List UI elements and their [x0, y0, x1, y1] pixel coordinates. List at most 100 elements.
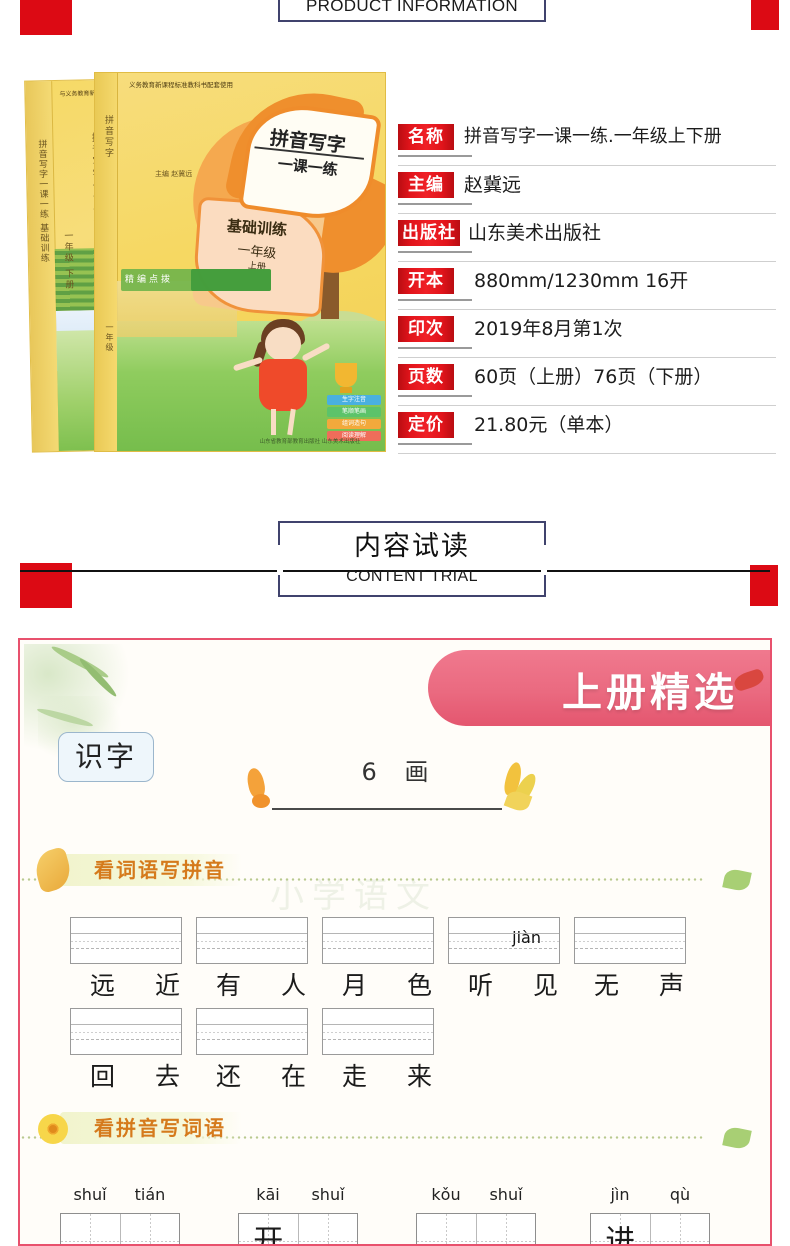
- pinyin-syllable: qù: [669, 1185, 691, 1204]
- pinyin-line-dotted-lower: [71, 1038, 181, 1040]
- book-cover-image: 与义务教育新课... 拼音写字一课一练 基础训练 拼音写字一课一练 基础训练 一…: [22, 72, 386, 458]
- grid-cell[interactable]: [417, 1214, 477, 1244]
- content-trial-header: 内容试读 CONTENT TRIAL: [277, 521, 547, 597]
- pinyin-prompt: shuǐ tián: [60, 1185, 180, 1204]
- character-grid[interactable]: [60, 1213, 180, 1244]
- pinyin-syllable: shuǐ: [73, 1185, 107, 1204]
- info-value: 21.80元（单本）: [474, 414, 624, 436]
- cover-publisher-line: 山东省教育部教育出版社 山东美术出版社: [259, 439, 361, 445]
- pinyin-line-mid: [575, 932, 685, 934]
- pinyin-line-mid: [71, 932, 181, 934]
- pinyin-line-dotted-upper: [575, 940, 685, 942]
- word-label: 还 在: [216, 1062, 322, 1091]
- character-grid[interactable]: 开: [238, 1213, 358, 1246]
- pinyin-box[interactable]: [322, 917, 434, 964]
- back-vertical-grade: 一年级 下册: [62, 230, 74, 291]
- pinyin-box[interactable]: jiàn: [448, 917, 560, 964]
- row-underline: [398, 347, 472, 349]
- pinyin-line-dotted-upper: [197, 1031, 307, 1033]
- flower-bud-left-lower: [252, 794, 270, 808]
- leaf-end-icon: [722, 1125, 752, 1151]
- table-row: 名称 拼音写字一课一练.一年级上下册: [398, 118, 776, 166]
- pinyin-line-mid: [323, 932, 433, 934]
- grid-character: 开: [253, 1224, 284, 1246]
- row-underline: [398, 395, 472, 397]
- row-underline: [398, 251, 472, 253]
- cover-badge-2: 组词造句: [327, 419, 381, 429]
- table-row: 主编 赵冀远: [398, 166, 776, 214]
- girl-leg-left: [271, 409, 276, 435]
- pinyin-answer: jiàn: [512, 928, 541, 947]
- character-grid[interactable]: [416, 1213, 536, 1244]
- info-value: 赵冀远: [464, 174, 522, 196]
- info-value: 拼音写字一课一练.一年级上下册: [464, 126, 722, 147]
- pinyin-box[interactable]: [196, 917, 308, 964]
- exercise-1-title: 看词语写拼音: [60, 854, 242, 886]
- product-information-label: PRODUCT INFORMATION: [306, 0, 518, 15]
- pinyin-line-dotted-lower: [575, 947, 685, 949]
- pinyin-line-dotted-lower: [197, 947, 307, 949]
- category-box-literacy: 识字: [58, 732, 154, 782]
- character-grid[interactable]: 进: [590, 1213, 710, 1244]
- row-underline: [398, 203, 472, 205]
- category-label: 识字: [74, 740, 137, 773]
- pinyin-line-dotted-lower: [323, 947, 433, 949]
- grid-cell[interactable]: 进: [591, 1214, 651, 1244]
- row-underline: [398, 299, 472, 301]
- pinyin-box[interactable]: [70, 917, 182, 964]
- word-label: 月 色: [342, 971, 448, 1000]
- pinyin-syllable: shuǐ: [489, 1185, 523, 1204]
- table-row: 页数 60页（上册）76页（下册）: [398, 358, 776, 406]
- pinyin-syllable: kǒu: [431, 1185, 461, 1204]
- cover-feature-badges: 生字注音 笔顺笔画 组词造句 阅读理解: [327, 395, 381, 443]
- info-label: 印次: [398, 316, 454, 342]
- grid-cell[interactable]: 开: [239, 1214, 299, 1246]
- cover-badge-0: 生字注音: [327, 395, 381, 405]
- info-label: 开本: [398, 268, 454, 294]
- pinyin-line-mid: [197, 1023, 307, 1025]
- word-label: 有 人: [216, 971, 322, 1000]
- volume-highlight-label: 上册精选: [562, 670, 738, 716]
- info-value: 山东美术出版社: [468, 222, 602, 244]
- pinyin-line-dotted-upper: [71, 1031, 181, 1033]
- row-underline: [398, 155, 472, 157]
- pinyin-line-dotted-upper: [197, 940, 307, 942]
- pinyin-syllable: kāi: [256, 1185, 280, 1204]
- info-value: 60页（上册）76页（下册）: [474, 366, 713, 388]
- grid-cell[interactable]: [650, 1214, 710, 1244]
- word-label: 无 声: [594, 971, 700, 1000]
- pinyin-syllable: tián: [134, 1185, 166, 1204]
- exercise-section-2-header: 看拼音写词语: [20, 1112, 770, 1151]
- pinyin-box[interactable]: [196, 1008, 308, 1055]
- front-spine-title: 拼音写字: [103, 115, 113, 159]
- info-label: 出版社: [398, 220, 460, 246]
- word-label: 回 去: [90, 1062, 196, 1091]
- grid-cell[interactable]: [298, 1214, 358, 1244]
- pinyin-prompt: kǒu shuǐ: [416, 1185, 536, 1204]
- pinyin-box[interactable]: [574, 917, 686, 964]
- pinyin-line-dotted-upper: [71, 940, 181, 942]
- table-row: 印次 2019年8月第1次: [398, 310, 776, 358]
- trophy-icon: [335, 363, 357, 387]
- info-label: 定价: [398, 412, 454, 438]
- word-label: 走 来: [342, 1062, 448, 1091]
- info-label: 页数: [398, 364, 454, 390]
- grid-cell[interactable]: [61, 1214, 121, 1244]
- table-row: 出版社 山东美术出版社: [398, 214, 776, 262]
- table-row: 定价 21.80元（单本）: [398, 406, 776, 454]
- grid-cell[interactable]: [476, 1214, 536, 1244]
- back-spine-title: 拼音写字一课一练 基础训练: [36, 139, 49, 264]
- exercise-2-title: 看拼音写词语: [60, 1112, 242, 1144]
- pinyin-box[interactable]: [322, 1008, 434, 1055]
- volume-highlight-badge: 上册精选: [428, 650, 770, 726]
- trophy-base: [340, 387, 352, 393]
- word-label: 远 近: [90, 971, 196, 1000]
- pinyin-line-dotted-upper: [323, 940, 433, 942]
- front-spine-grade: 一年级: [105, 323, 114, 353]
- table-row: 开本 880mm/1230mm 16开: [398, 262, 776, 310]
- cover-ribbon-text: 精编点拨: [125, 275, 174, 285]
- girl-dress: [259, 359, 307, 411]
- grid-cell[interactable]: [120, 1214, 180, 1244]
- pinyin-box[interactable]: [70, 1008, 182, 1055]
- sunflower-icon: [38, 1114, 68, 1144]
